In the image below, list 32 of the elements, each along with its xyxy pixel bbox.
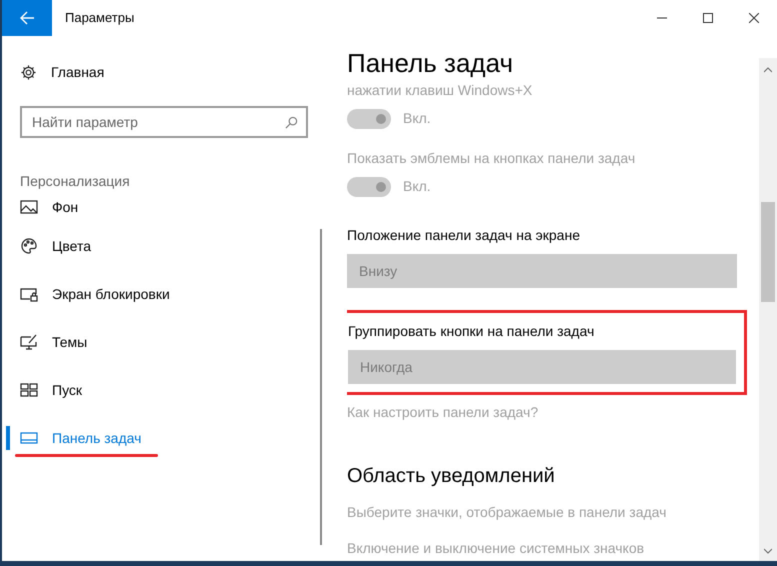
page-title: Панель задач <box>347 48 514 78</box>
image-icon <box>20 198 38 216</box>
toggle-state: Вкл. <box>403 109 431 128</box>
settings-icon <box>20 64 37 81</box>
tiles-icon <box>20 381 38 399</box>
section-label: Персонализация <box>20 172 131 191</box>
nav-item[interactable]: Панель задач <box>20 428 142 448</box>
maximize-icon <box>703 13 713 23</box>
monitor-brush-icon <box>20 333 38 351</box>
toggle-state: Вкл. <box>403 177 431 196</box>
scrollbar-thumb[interactable] <box>761 202 775 302</box>
search-field[interactable]: Найти параметр <box>20 106 308 138</box>
back-button[interactable] <box>2 0 52 36</box>
setting-label: Группировать кнопки на панели задач <box>348 322 596 341</box>
nav-item[interactable]: Цвета <box>20 236 91 256</box>
scroll-down-icon <box>764 547 772 555</box>
scrollbar[interactable] <box>759 58 777 561</box>
search-icon <box>285 116 298 129</box>
setting-label: Показать эмблемы на кнопках панели задач <box>347 150 636 166</box>
section-heading: Область уведомлений <box>347 464 556 489</box>
back-arrow-icon <box>19 10 35 26</box>
home-link[interactable]: Главная <box>51 62 104 83</box>
setting-label: Положение панели задач на экране <box>347 226 581 245</box>
palette-icon <box>20 237 38 255</box>
scroll-up-icon <box>764 66 772 74</box>
setting-label: нажатии клавиш Windows+X <box>347 82 534 98</box>
nav-item[interactable]: Экран блокировки <box>20 284 170 304</box>
close-icon <box>749 13 759 23</box>
nav-item[interactable]: Фон <box>20 196 78 218</box>
window-title: Параметры <box>65 9 134 28</box>
nav-item[interactable]: Пуск <box>20 380 82 400</box>
nav-item[interactable]: Темы <box>20 332 88 352</box>
